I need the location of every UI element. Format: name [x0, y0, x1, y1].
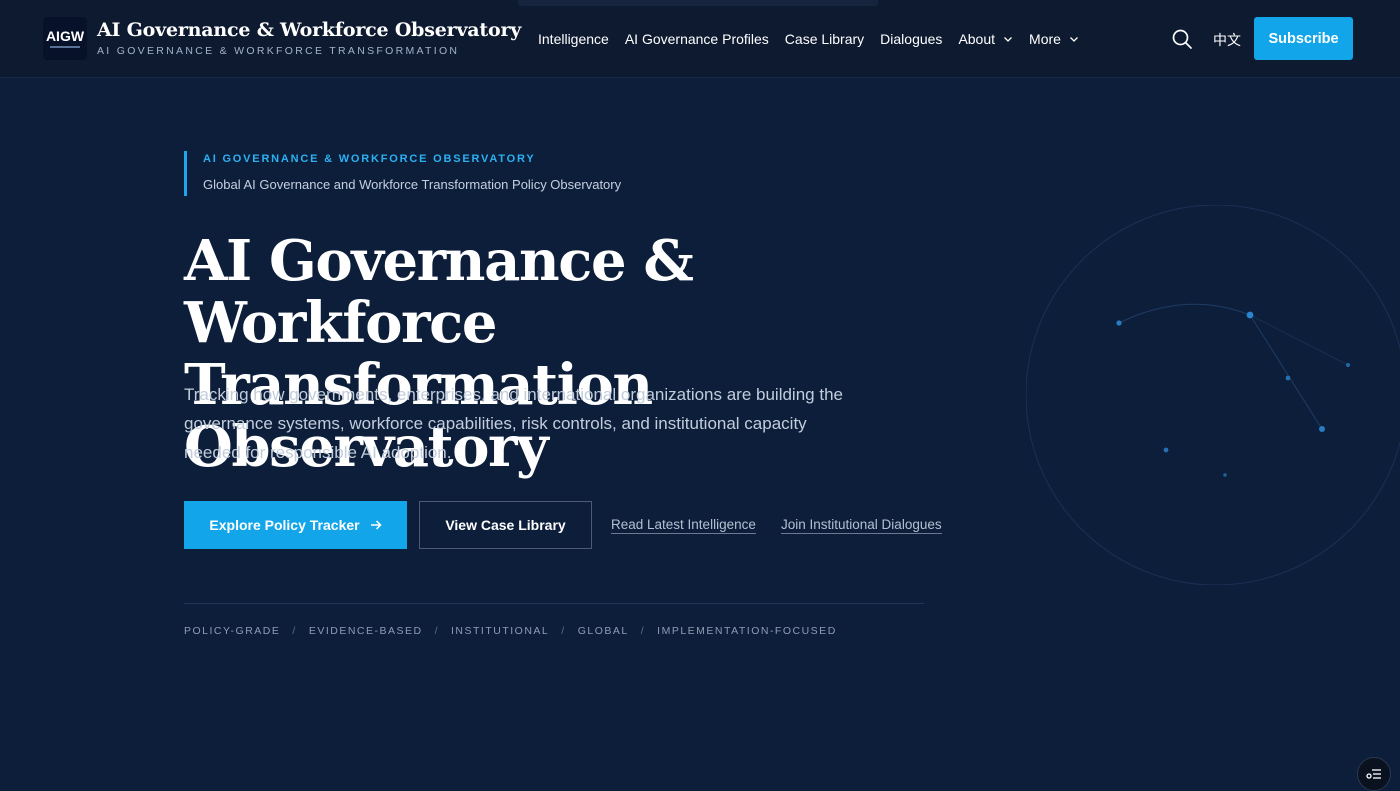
nav-item-label: More: [1029, 31, 1061, 47]
menu-list-icon: [1366, 769, 1381, 779]
tag-separator: /: [561, 625, 566, 637]
search-icon: [1172, 29, 1192, 49]
nav-item-label: Case Library: [784, 31, 865, 47]
nav-item-label: Dialogues: [880, 31, 943, 47]
logo-mark: AIGW: [45, 28, 85, 44]
site-header: AIGW AI Governance & Workforce Observato…: [0, 0, 1400, 78]
tag-item: INSTITUTIONAL: [451, 625, 550, 637]
language-toggle[interactable]: 中文: [1213, 30, 1241, 50]
join-institutional-dialogues-link[interactable]: Join Institutional Dialogues: [781, 517, 942, 534]
chevron-down-icon: [1069, 37, 1078, 42]
settings-menu-button[interactable]: [1357, 757, 1391, 791]
header-decoration: [518, 0, 878, 6]
nav-item-intelligence[interactable]: Intelligence: [538, 31, 609, 47]
site-logo[interactable]: AIGW: [43, 17, 87, 60]
hero-eyebrow: AI GOVERNANCE & WORKFORCE OBSERVATORY: [203, 153, 536, 165]
nav-item-label: AI Governance Profiles: [624, 31, 769, 47]
read-latest-intelligence-link[interactable]: Read Latest Intelligence: [611, 517, 756, 534]
hero-title-line-1: AI Governance & Workforce: [184, 228, 694, 356]
logo-underline: [50, 46, 80, 48]
eyebrow-accent-bar: [184, 151, 187, 196]
nav-item-label: Intelligence: [538, 31, 609, 47]
button-label: Explore Policy Tracker: [209, 517, 360, 533]
brand-title[interactable]: AI Governance & Workforce Observatory: [97, 19, 521, 41]
nav-item-dialogues[interactable]: Dialogues: [880, 31, 942, 47]
subscribe-button[interactable]: Subscribe: [1254, 17, 1353, 60]
tag-separator: /: [292, 625, 297, 637]
arrow-right-icon: [370, 520, 382, 530]
search-button[interactable]: [1171, 28, 1193, 50]
hero-tags: POLICY-GRADE / EVIDENCE-BASED / INSTITUT…: [184, 625, 837, 637]
explore-policy-tracker-button[interactable]: Explore Policy Tracker: [184, 501, 407, 549]
network-globe-graphic: [1026, 205, 1400, 585]
view-case-library-button[interactable]: View Case Library: [419, 501, 592, 549]
nav-item-more[interactable]: More: [1029, 31, 1079, 47]
tag-item: GLOBAL: [577, 625, 629, 637]
tag-item: POLICY-GRADE: [184, 625, 281, 637]
nav-item-label: About: [958, 31, 996, 47]
tag-item: IMPLEMENTATION-FOCUSED: [657, 625, 837, 637]
brand-subtitle: AI GOVERNANCE & WORKFORCE TRANSFORMATION: [97, 45, 460, 57]
tag-separator: /: [640, 625, 646, 637]
tag-separator: /: [434, 625, 440, 637]
hero-description: Tracking how governments, enterprises, a…: [184, 385, 843, 462]
hero-eyebrow-subtitle: Global AI Governance and Workforce Trans…: [203, 177, 622, 192]
nav-item-case-library[interactable]: Case Library: [785, 31, 864, 47]
chevron-down-icon: [1004, 37, 1012, 42]
main-nav: Intelligence AI Governance Profiles Case…: [538, 30, 1095, 48]
tag-item: EVIDENCE-BASED: [308, 625, 423, 637]
hero-divider: [184, 603, 924, 604]
nav-item-ai-governance-profiles[interactable]: AI Governance Profiles: [625, 31, 769, 47]
nav-item-about[interactable]: About: [958, 31, 1013, 47]
